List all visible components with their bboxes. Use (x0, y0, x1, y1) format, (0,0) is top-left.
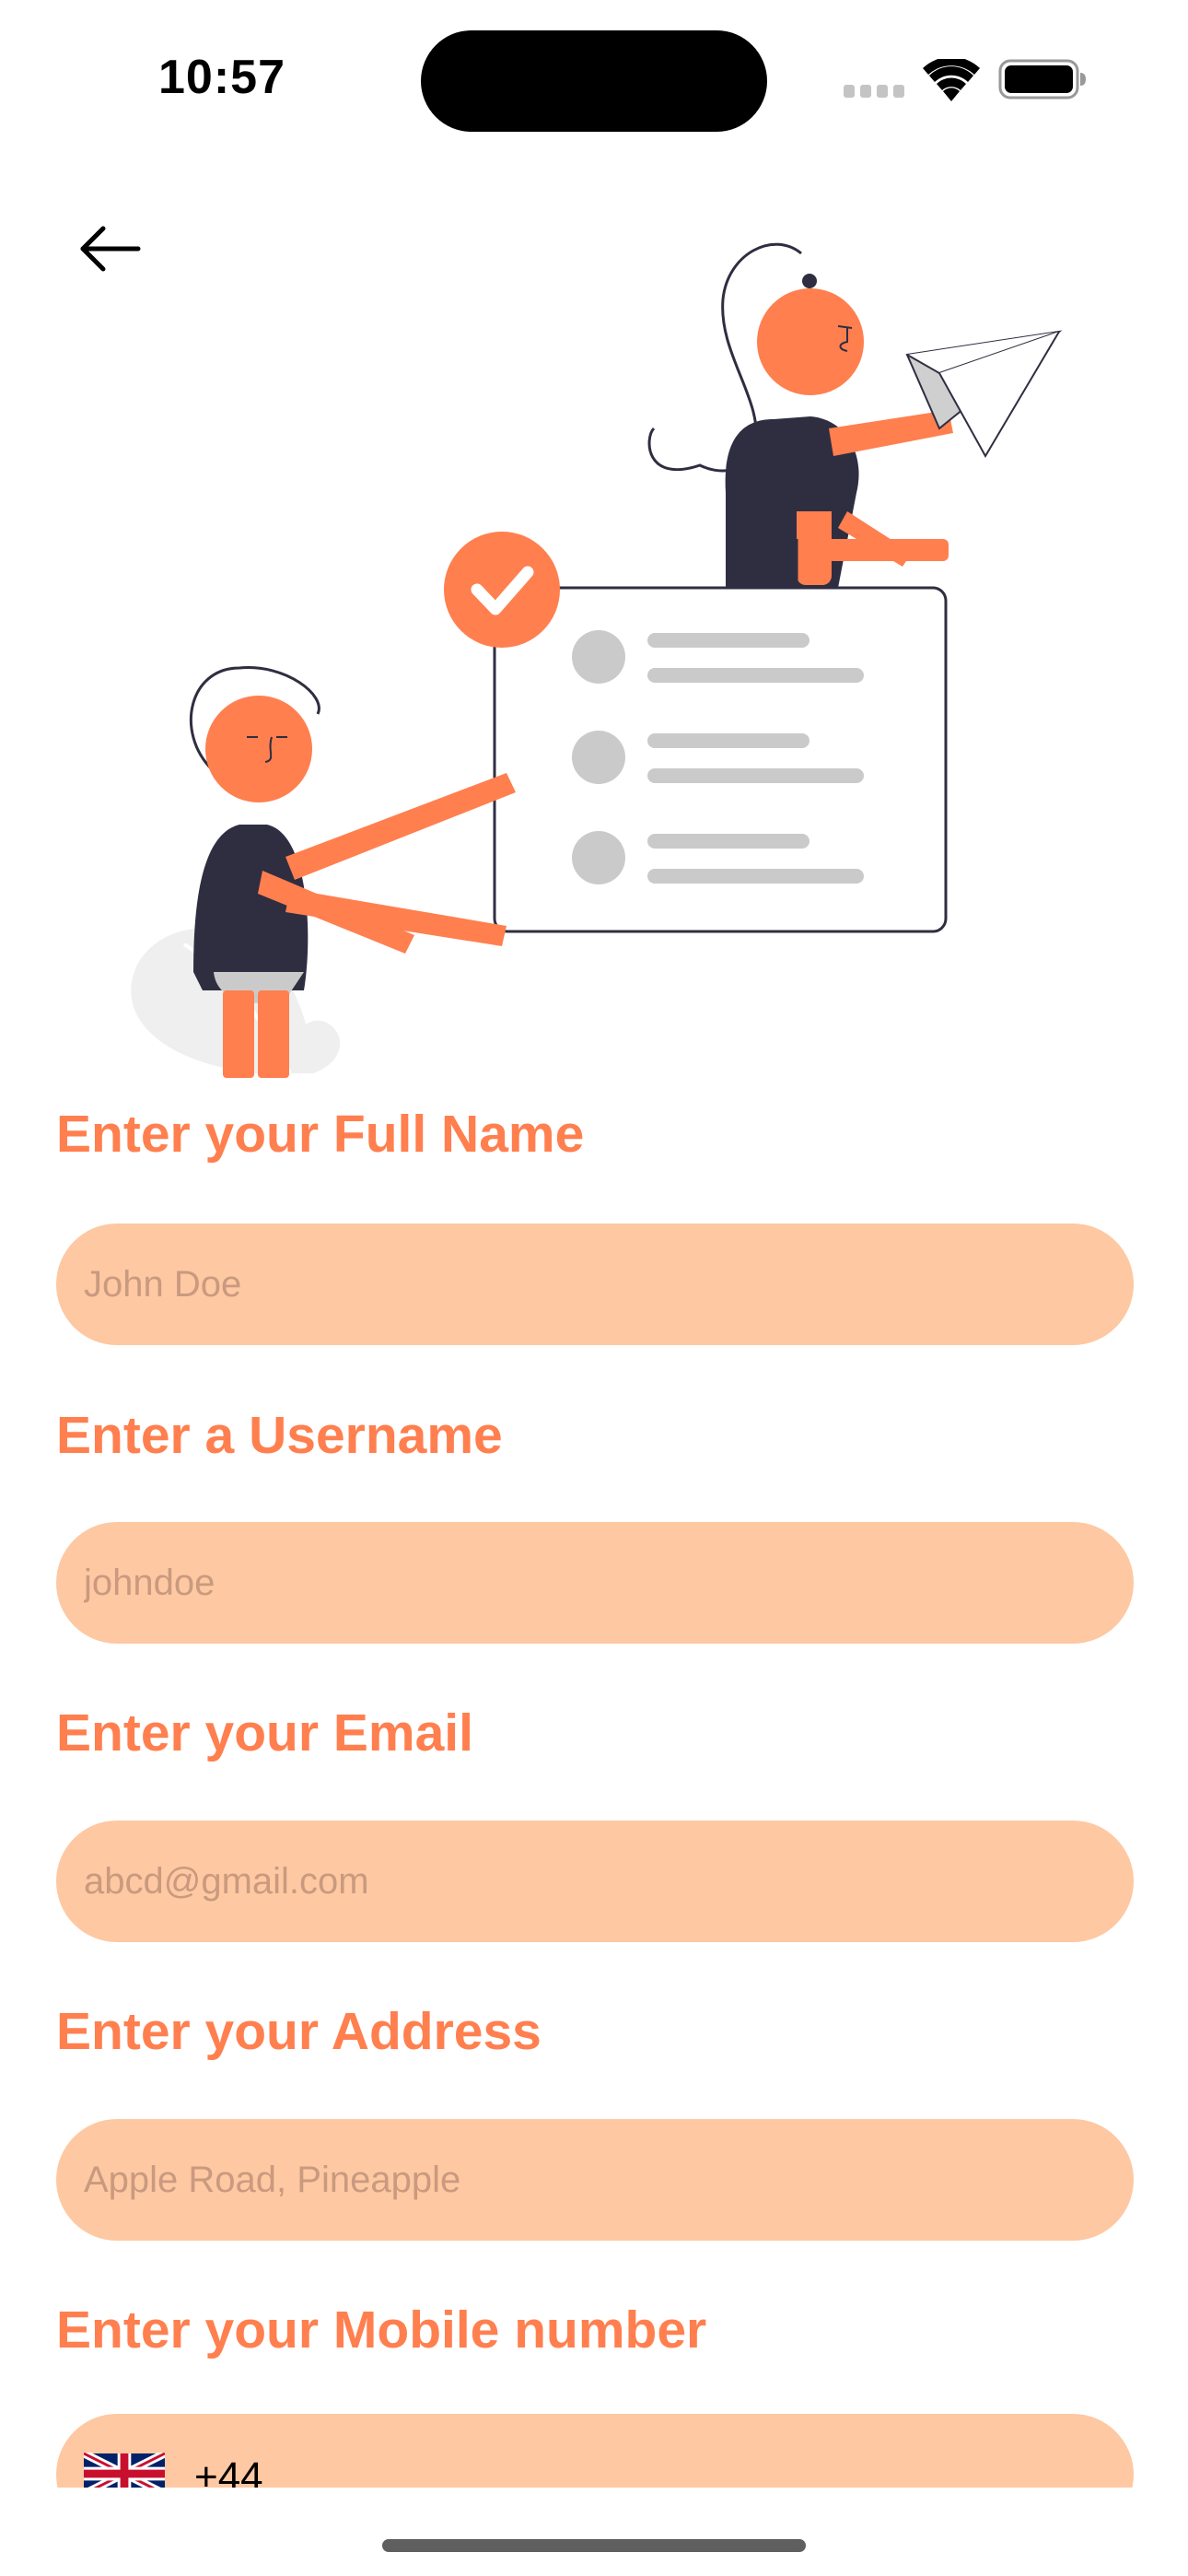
country-code[interactable]: +44 (194, 2454, 263, 2488)
address-input[interactable] (56, 2119, 1134, 2241)
full-name-label: Enter your Full Name (56, 1105, 585, 1164)
email-label: Enter your Email (56, 1704, 473, 1762)
boy-figure (190, 666, 516, 1078)
home-indicator[interactable] (382, 2539, 806, 2552)
cellular-signal-icon (844, 85, 904, 98)
checklist-card (493, 586, 948, 933)
dynamic-island (421, 30, 767, 132)
email-input[interactable] (56, 1821, 1134, 1942)
full-name-input[interactable] (56, 1224, 1134, 1345)
battery-icon (998, 59, 1086, 100)
username-input[interactable] (56, 1522, 1134, 1644)
username-label: Enter a Username (56, 1406, 503, 1465)
mobile-field-clip: +44 (0, 2414, 1188, 2488)
mobile-input[interactable]: +44 (56, 2414, 1134, 2488)
status-time: 10:57 (158, 51, 285, 104)
uk-flag-icon[interactable] (84, 2453, 165, 2488)
mobile-label: Enter your Mobile number (56, 2301, 707, 2359)
wifi-icon (923, 59, 980, 101)
girl-figure (647, 242, 953, 588)
address-label: Enter your Address (56, 2002, 542, 2061)
check-badge-icon (444, 532, 560, 648)
signup-illustration (131, 242, 1063, 1078)
